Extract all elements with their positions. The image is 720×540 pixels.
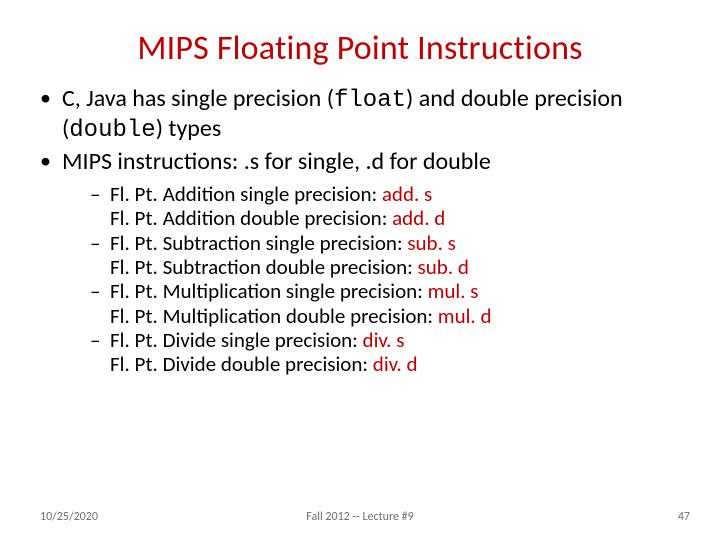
opcode: mul. s [428,278,479,304]
text: Fl. Pt. Subtraction double precision: [110,254,418,280]
sub-bullet-item: Fl. Pt. Divide single precision: div. s … [88,328,684,377]
sub-bullet-item: Fl. Pt. Subtraction single precision: su… [88,231,684,280]
code-double: double [69,117,155,144]
text: Fl. Pt. Addition single precision: [110,181,382,207]
opcode: mul. d [438,303,492,329]
bullet-list: C, Java has single precision (float) and… [36,85,684,377]
sub-line: Fl. Pt. Subtraction double precision: su… [110,255,684,279]
text: ) types [156,114,222,143]
bullet-item: MIPS instructions: .s for single, .d for… [36,148,684,377]
sub-bullet-list: Fl. Pt. Addition single precision: add. … [62,182,684,377]
sub-bullet-item: Fl. Pt. Addition single precision: add. … [88,182,684,231]
text: Fl. Pt. Multiplication double precision: [110,303,438,329]
footer-page-number: 47 [678,510,690,524]
sub-bullet-item: Fl. Pt. Multiplication single precision:… [88,279,684,328]
text: Fl. Pt. Multiplication single precision: [110,278,428,304]
text: Fl. Pt. Addition double precision: [110,205,392,231]
opcode: sub. s [407,230,456,256]
footer-center: Fall 2012 -- Lecture #9 [0,510,720,524]
text: C, Java has single precision ( [62,84,334,113]
sub-line: Fl. Pt. Multiplication double precision:… [110,304,684,328]
slide-body: C, Java has single precision (float) and… [0,75,720,377]
text: MIPS instructions: .s for single, .d for… [62,147,491,176]
sub-line: Fl. Pt. Divide double precision: div. d [110,352,684,376]
opcode: add. d [392,205,445,231]
page-title: MIPS Floating Point Instructions [0,0,720,75]
code-float: float [334,87,406,114]
text: Fl. Pt. Subtraction single precision: [110,230,407,256]
sub-line: Fl. Pt. Addition double precision: add. … [110,206,684,230]
text: Fl. Pt. Divide single precision: [110,327,363,353]
opcode: div. s [363,327,405,353]
opcode: add. s [382,181,432,207]
slide: MIPS Floating Point Instructions C, Java… [0,0,720,540]
bullet-item: C, Java has single precision (float) and… [36,85,684,146]
opcode: div. d [373,351,418,377]
text: Fl. Pt. Divide double precision: [110,351,373,377]
opcode: sub. d [418,254,469,280]
